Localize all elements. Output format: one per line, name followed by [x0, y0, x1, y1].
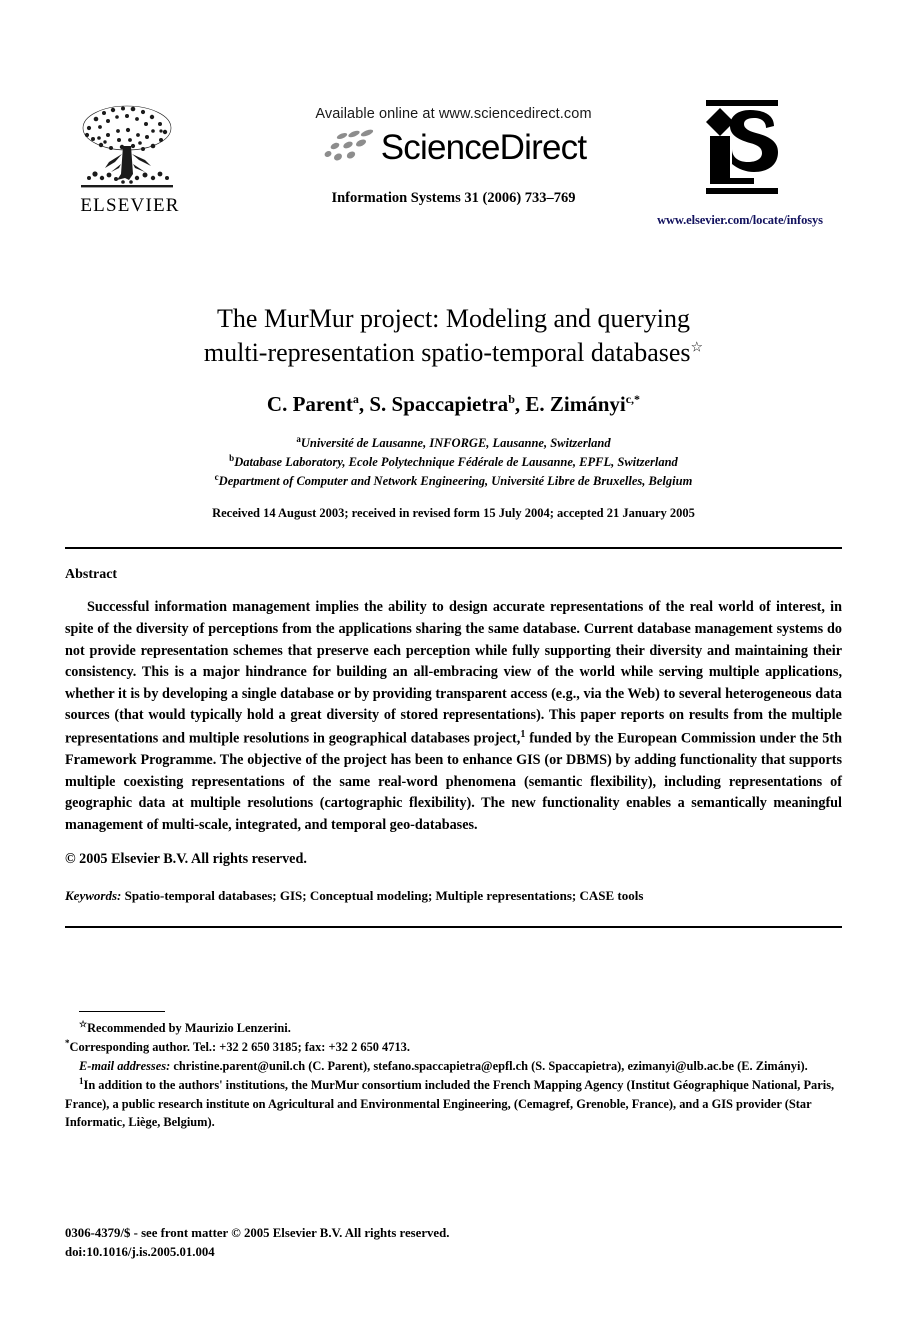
footnote-recommended-text: Recommended by Maurizio Lenzerini. — [87, 1021, 291, 1036]
title-footnote-marker: ☆ — [690, 340, 704, 356]
footnote-recommended: ☆Recommended by Maurizio Lenzerini. — [65, 1018, 842, 1037]
footnote-corresponding-author: *Corresponding author. Tel.: +32 2 650 3… — [65, 1037, 842, 1056]
author-name: E. Zimányi — [525, 391, 626, 416]
title-line-2: multi-representation spatio-temporal dat… — [203, 337, 691, 367]
keywords-label: Keywords: — [65, 887, 122, 903]
sciencedirect-logo: ScienceDirect — [321, 127, 587, 167]
author-name: S. Spaccapietra — [369, 391, 509, 416]
email-addresses-text[interactable]: christine.parent@unil.ch (C. Parent), st… — [173, 1059, 807, 1073]
abstract-text: Successful information management implie… — [65, 597, 842, 836]
sciencedirect-dots-icon — [324, 129, 373, 161]
affiliation-item: bDatabase Laboratory, Ecole Polytechniqu… — [65, 452, 842, 471]
information-systems-logo-icon — [706, 100, 778, 194]
affiliation-text: Database Laboratory, Ecole Polytechnique… — [234, 455, 678, 470]
author-affil-marker: c,* — [625, 391, 641, 406]
keywords-line: Keywords: Spatio-temporal databases; GIS… — [65, 888, 842, 904]
footnote-consortium: 1In addition to the authors' institution… — [65, 1075, 842, 1131]
abstract-copyright: © 2005 Elsevier B.V. All rights reserved… — [65, 850, 307, 867]
footnote-emails: E-mail addresses: christine.parent@unil.… — [65, 1057, 842, 1075]
doi-line[interactable]: doi:10.1016/j.is.2005.01.004 — [65, 1243, 449, 1262]
front-matter-line: 0306-4379/$ - see front matter © 2005 El… — [65, 1226, 450, 1240]
journal-logo-block: www.elsevier.com/locate/infosys — [640, 96, 840, 228]
journal-url-link[interactable]: www.elsevier.com/locate/infosys — [640, 213, 840, 228]
author-list: C. Parenta, S. Spaccapietrab, E. Zimányi… — [266, 391, 641, 416]
author-name: C. Parent — [266, 391, 353, 416]
abstract-heading: Abstract — [65, 567, 118, 583]
title-line-1: The MurMur project: Modeling and queryin… — [217, 304, 690, 333]
imprint-block: 0306-4379/$ - see front matter © 2005 El… — [65, 1224, 449, 1262]
abstract-part-1: Successful information management implie… — [65, 599, 842, 747]
author-affil-marker: a — [352, 391, 359, 406]
abstract-top-divider — [65, 547, 842, 550]
affiliation-item: aUniversité de Lausanne, INFORGE, Lausan… — [65, 433, 842, 452]
footnote-corresponding-text: Corresponding author. Tel.: +32 2 650 31… — [69, 1040, 410, 1055]
affiliation-list: aUniversité de Lausanne, INFORGE, Lausan… — [65, 433, 842, 491]
email-addresses-label: E-mail addresses: — [79, 1058, 171, 1073]
footnote-area: ☆Recommended by Maurizio Lenzerini. *Cor… — [65, 1011, 842, 1132]
keywords-text: Spatio-temporal databases; GIS; Conceptu… — [124, 887, 644, 903]
footnote-divider — [79, 1011, 165, 1012]
affiliation-text: Université de Lausanne, INFORGE, Lausann… — [300, 435, 611, 450]
footnote-star-marker: ☆ — [79, 1019, 88, 1029]
publication-history: Received 14 August 2003; received in rev… — [212, 506, 695, 521]
footnote-consortium-text: In addition to the authors' institutions… — [65, 1078, 835, 1130]
author-affil-marker: b — [508, 391, 515, 406]
title-block: The MurMur project: Modeling and queryin… — [65, 302, 842, 521]
page-title: The MurMur project: Modeling and queryin… — [65, 302, 842, 370]
sciencedirect-wordmark: ScienceDirect — [380, 127, 587, 167]
abstract-bottom-divider — [65, 925, 842, 928]
masthead: ELSEVIER Available online at www.science… — [65, 96, 842, 256]
affiliation-item: cDepartment of Computer and Network Engi… — [65, 471, 842, 490]
paper-first-page: ELSEVIER Available online at www.science… — [0, 96, 907, 1334]
affiliation-text: Department of Computer and Network Engin… — [218, 474, 693, 489]
